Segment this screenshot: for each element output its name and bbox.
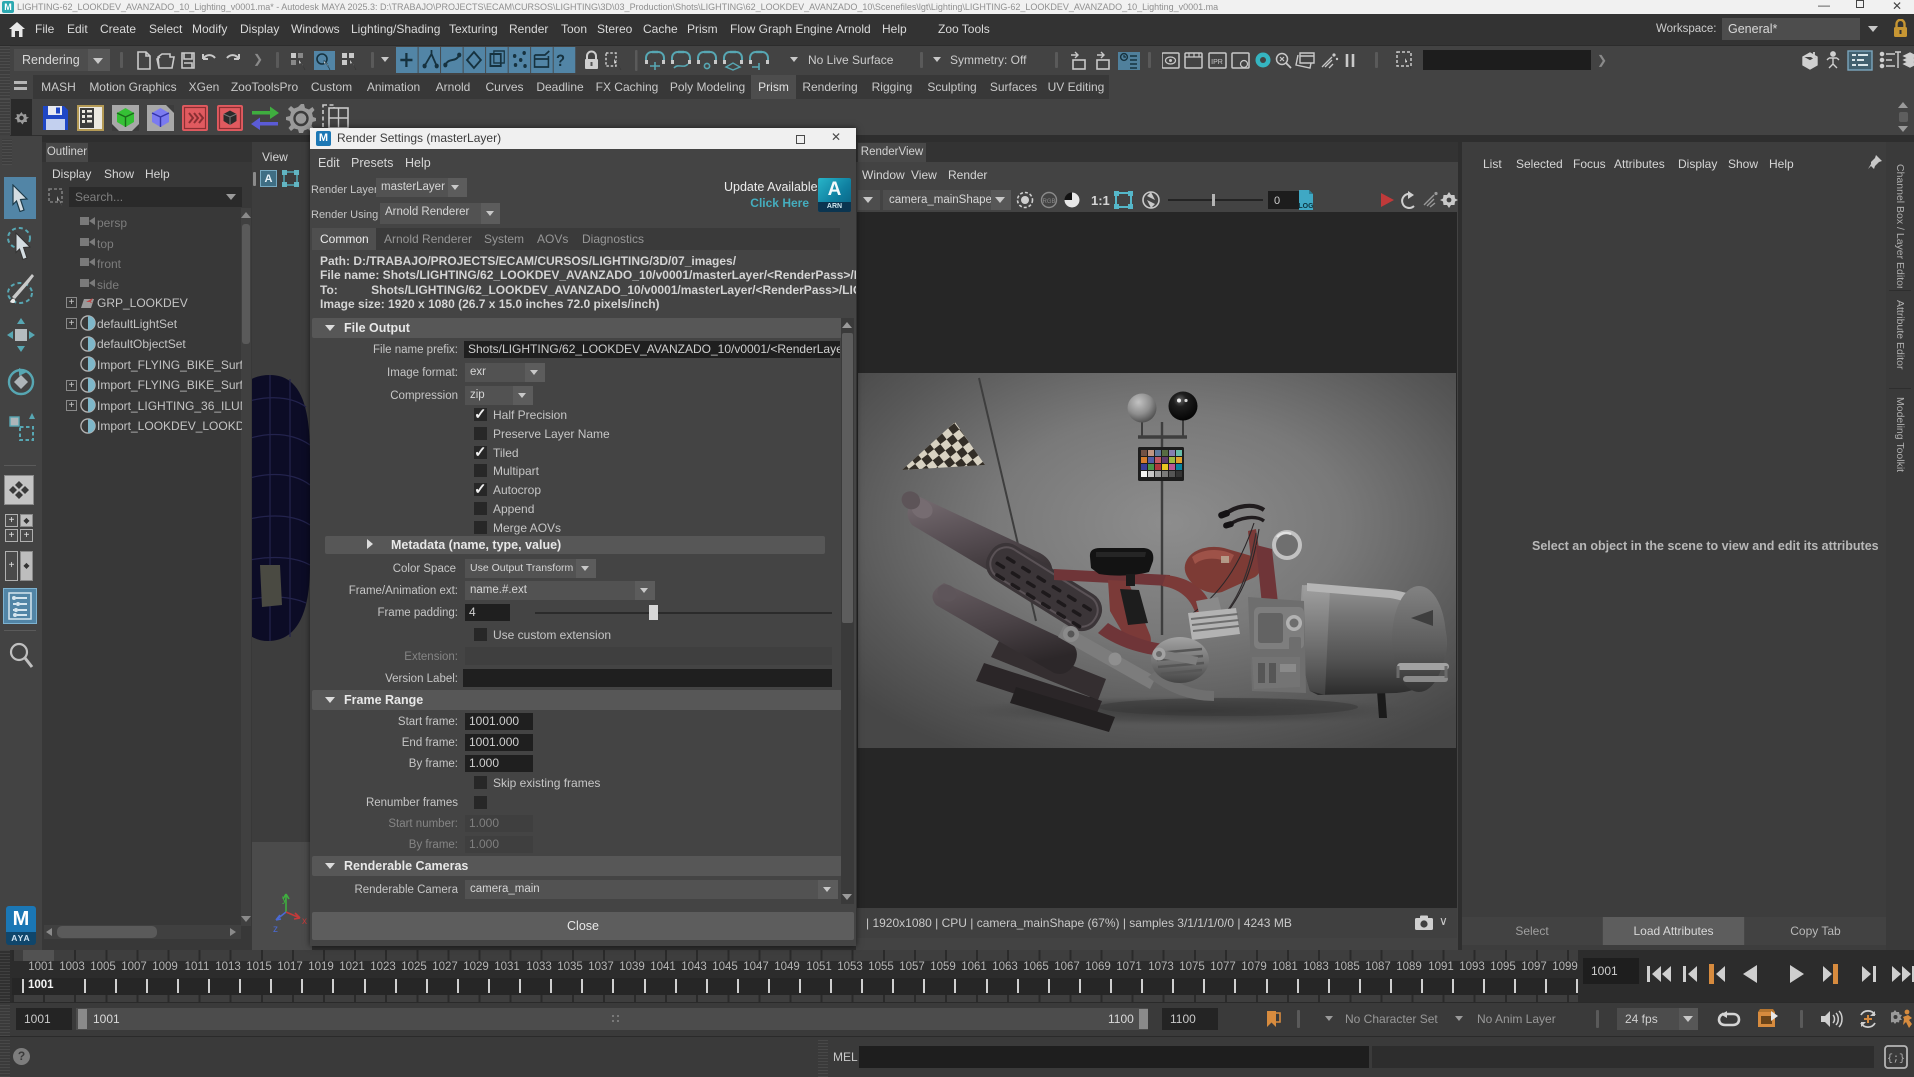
svg-text:x: x <box>302 916 307 927</box>
svg-text:z: z <box>273 924 278 935</box>
svg-text:RGB: RGB <box>1042 199 1055 205</box>
svg-text:LOG: LOG <box>1298 203 1314 210</box>
svg-text:0: 0 <box>1274 195 1280 207</box>
svg-text:y: y <box>282 894 287 905</box>
svg-text:IPR: IPR <box>1211 59 1223 66</box>
svg-text:{;}: {;} <box>1887 1053 1905 1065</box>
svg-text:1:1: 1:1 <box>1091 193 1110 208</box>
svg-text:?: ? <box>556 52 565 70</box>
